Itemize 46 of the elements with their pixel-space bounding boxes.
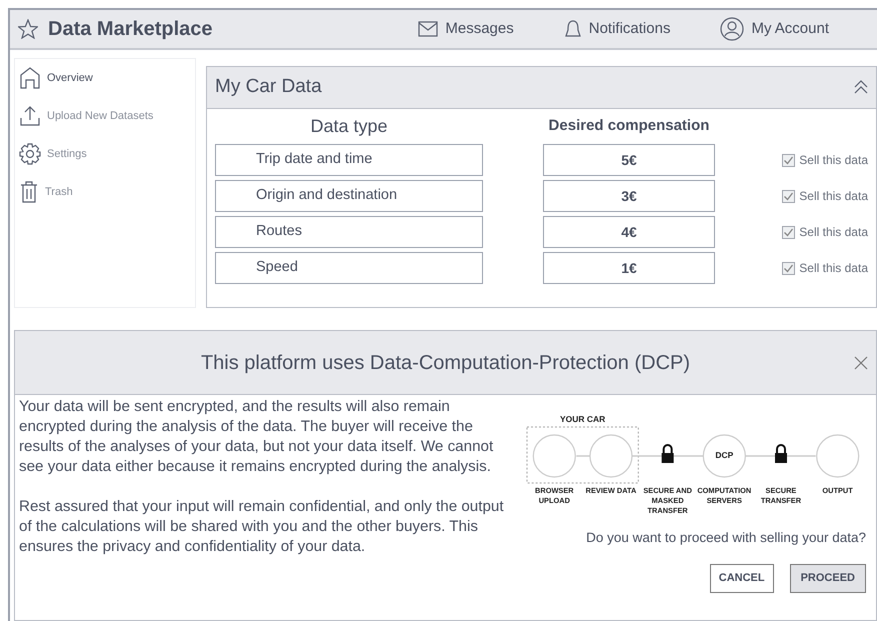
paragraph: Rest assured that your input will remain confidential, and only the output of the calculations will be shared with you and the other buyers. This ensures the privacy and confidentiality of your data. [19,497,505,557]
lock-icon [662,444,674,463]
app-title: Data Marketplace [48,17,213,42]
checkbox-label: Sell this data [799,224,868,241]
panel-title: My Car Data [215,75,322,100]
upload-icon [19,105,41,127]
step-node [816,434,860,478]
settings-icon [19,143,41,165]
nav-link[interactable]: My Account [720,17,829,41]
checkbox-label: Sell this data [799,152,868,169]
nav-link[interactable]: Notifications [564,17,670,41]
checkbox[interactable] [782,154,796,166]
bell-icon [564,19,582,39]
nav-link[interactable]: Messages [418,17,514,41]
checkbox-label: Sell this data [799,260,868,277]
lock-icon [775,444,787,463]
home-icon [19,67,41,89]
star-icon [18,19,38,39]
checkbox[interactable] [782,226,796,238]
trash-icon [19,181,39,203]
compensation-field[interactable]: 3€ [543,180,715,212]
compensation-field[interactable]: 5€ [543,144,715,176]
column-header: Desired compensation [548,116,710,136]
data-type-field: Origin and destination [215,180,483,212]
mail-icon [418,21,438,37]
proceed-button[interactable]: PROCEED [790,564,866,592]
dialog-title: This platform uses Data-Computation-Protection (DCP) [200,350,690,376]
group-label: YOUR CAR [558,413,606,426]
checkbox[interactable] [782,262,796,274]
paragraph: Your data will be sent encrypted, and the results will also remain encrypted during the analysis of the data. The buyer will receive the results of the analyses of your data, but not your data itself. We cannot see your data either because it remains encrypted during the analysis. [19,397,494,477]
node-label: DCP [714,449,734,461]
column-header: Data type [309,115,389,138]
checkbox-label: Sell this data [799,188,868,205]
step-node [702,434,746,478]
data-type-field: Speed [215,252,483,284]
user-icon [720,17,744,41]
checkbox[interactable] [782,190,796,202]
step-node [589,434,633,478]
question-text: Do you want to proceed with selling your data? [586,528,866,547]
cancel-button[interactable]: CANCEL [710,564,774,592]
sidebar-item[interactable]: Overview [19,67,191,89]
compensation-field[interactable]: 1€ [543,252,715,284]
data-type-field: Trip date and time [215,144,483,176]
step-node [532,434,576,478]
data-type-field: Routes [215,216,483,248]
compensation-field[interactable]: 4€ [543,216,715,248]
